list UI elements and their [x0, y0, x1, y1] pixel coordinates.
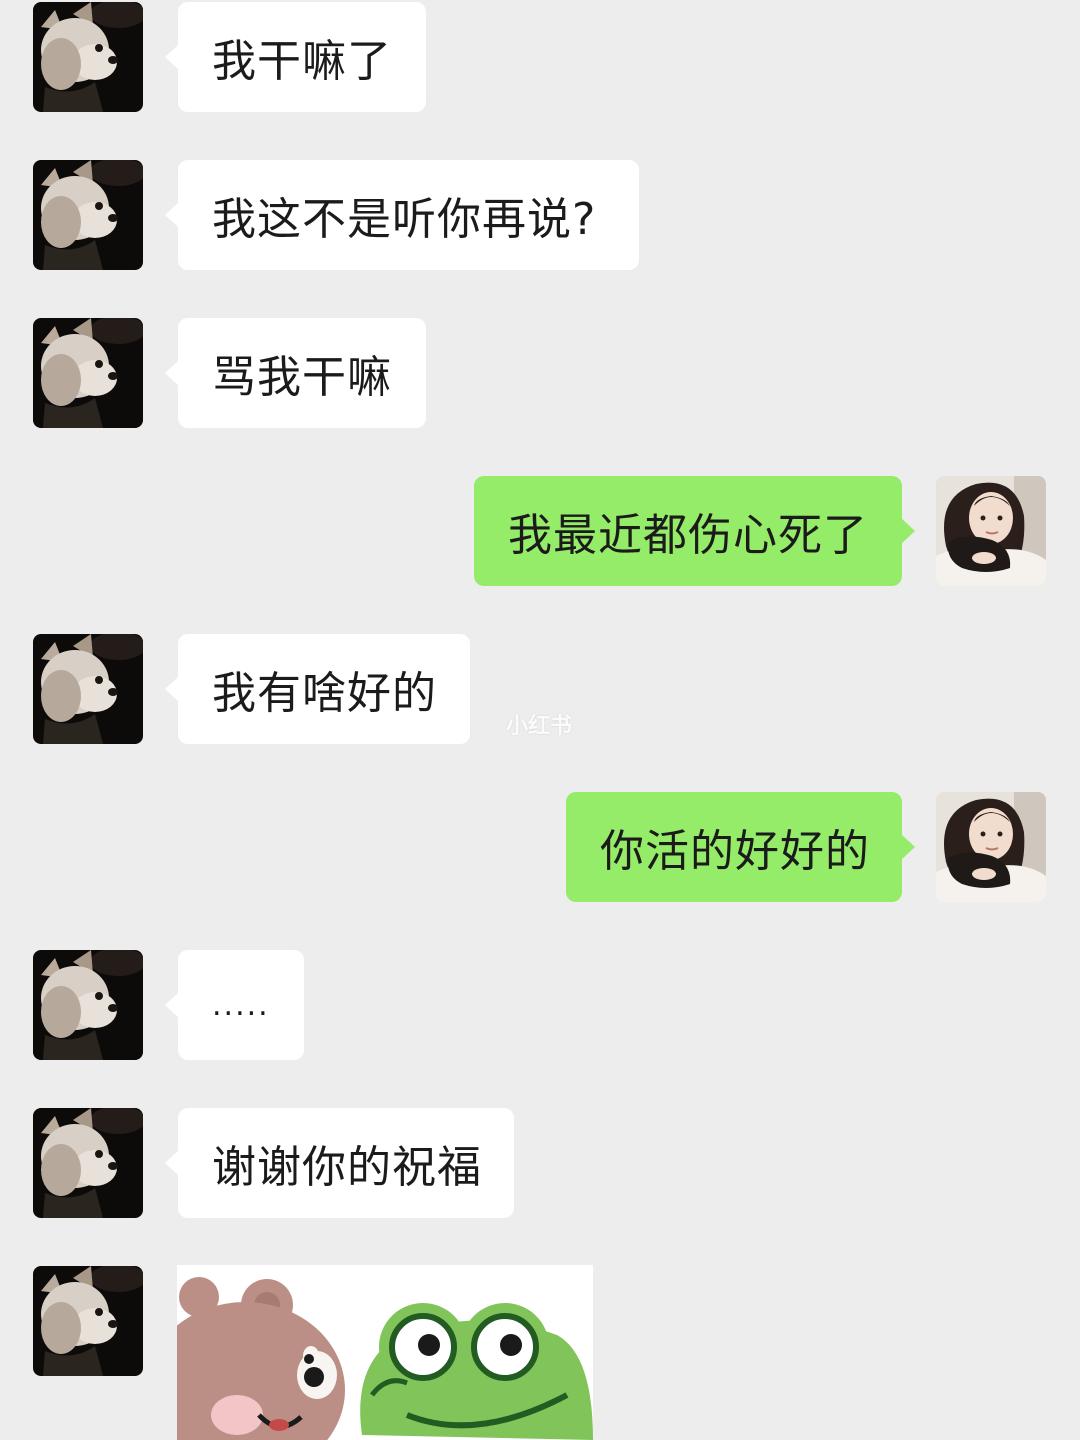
- message-text: 谢谢你的祝福: [212, 1142, 482, 1193]
- message-text: 骂我干嘛: [212, 352, 392, 403]
- self-avatar[interactable]: [936, 792, 1046, 902]
- woman-hugging-dog-avatar-icon: [936, 792, 1046, 902]
- dog-avatar-icon: [33, 1108, 143, 1218]
- dog-avatar-icon: [33, 950, 143, 1060]
- message-text: 我干嘛了: [212, 36, 392, 87]
- dog-avatar-icon: [33, 160, 143, 270]
- message-bubble-incoming[interactable]: 我干嘛了: [165, 2, 426, 112]
- dog-avatar-icon: [33, 318, 143, 428]
- contact-avatar[interactable]: [33, 1108, 143, 1218]
- message-text: 我最近都伤心死了: [508, 510, 868, 561]
- message-text: .....: [212, 987, 270, 1023]
- message-text: 你活的好好的: [600, 826, 870, 877]
- dog-avatar-icon: [33, 634, 143, 744]
- self-avatar[interactable]: [936, 476, 1046, 586]
- contact-avatar[interactable]: [33, 1266, 143, 1376]
- message-bubble-outgoing[interactable]: 你活的好好的: [566, 792, 915, 902]
- dog-avatar-icon: [33, 2, 143, 112]
- message-bubble-incoming[interactable]: .....: [165, 950, 304, 1060]
- bear-and-frog-sticker-icon: [177, 1265, 593, 1440]
- sticker-message[interactable]: [177, 1265, 593, 1440]
- message-bubble-incoming[interactable]: 谢谢你的祝福: [165, 1108, 514, 1218]
- message-bubble-incoming[interactable]: 我这不是听你再说?: [165, 160, 639, 270]
- contact-avatar[interactable]: [33, 950, 143, 1060]
- contact-avatar[interactable]: [33, 318, 143, 428]
- contact-avatar[interactable]: [33, 160, 143, 270]
- woman-hugging-dog-avatar-icon: [936, 476, 1046, 586]
- message-text: 我这不是听你再说?: [212, 194, 597, 245]
- contact-avatar[interactable]: [33, 634, 143, 744]
- message-bubble-incoming[interactable]: 我有啥好的: [165, 634, 470, 744]
- message-text: 我有啥好的: [212, 668, 437, 719]
- dog-avatar-icon: [33, 1266, 143, 1376]
- message-bubble-outgoing[interactable]: 我最近都伤心死了: [474, 476, 915, 586]
- message-bubble-incoming[interactable]: 骂我干嘛: [165, 318, 426, 428]
- watermark: 小红书: [506, 714, 573, 739]
- contact-avatar[interactable]: [33, 2, 143, 112]
